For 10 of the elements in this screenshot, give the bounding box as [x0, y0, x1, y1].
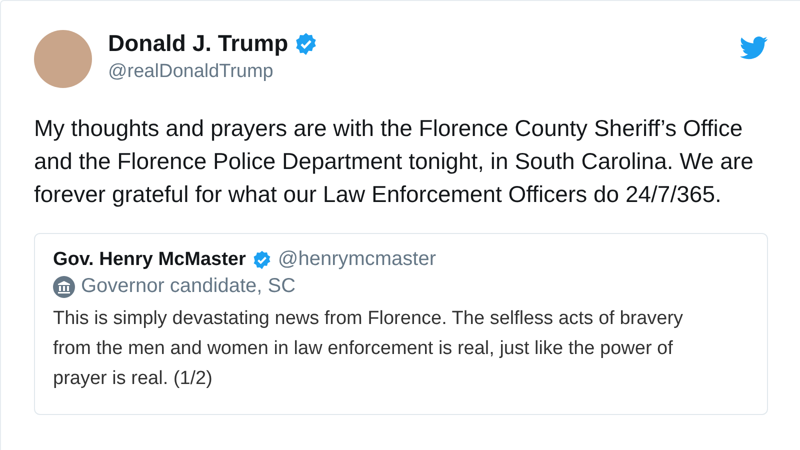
quoted-author-name: Gov. Henry McMaster	[53, 248, 246, 270]
bird-icon[interactable]	[740, 36, 768, 60]
author-name[interactable]: Donald J. Trump	[108, 30, 288, 57]
account-label: Governor candidate, SC	[81, 275, 296, 298]
quoted-author-handle: @henrymcmaster	[278, 248, 436, 271]
government-building-icon	[53, 276, 75, 298]
tweet-text: My thoughts and prayers are with the Florence County Sheriff’s Office and the Florence Police Department tonight, in South Carolina. We are forever grateful for what our Law Enforcement Officers do 24/7/365.	[34, 114, 754, 209]
quoted-tweet-text: This is simply devastating news from Florence. The selfless acts of bravery from the men and women in law enforcement is real, just like the power of prayer is real. (1/2)	[53, 307, 684, 391]
quoted-tweet-card[interactable]	[34, 233, 768, 415]
author-handle[interactable]: @realDonaldTrump	[108, 61, 740, 83]
